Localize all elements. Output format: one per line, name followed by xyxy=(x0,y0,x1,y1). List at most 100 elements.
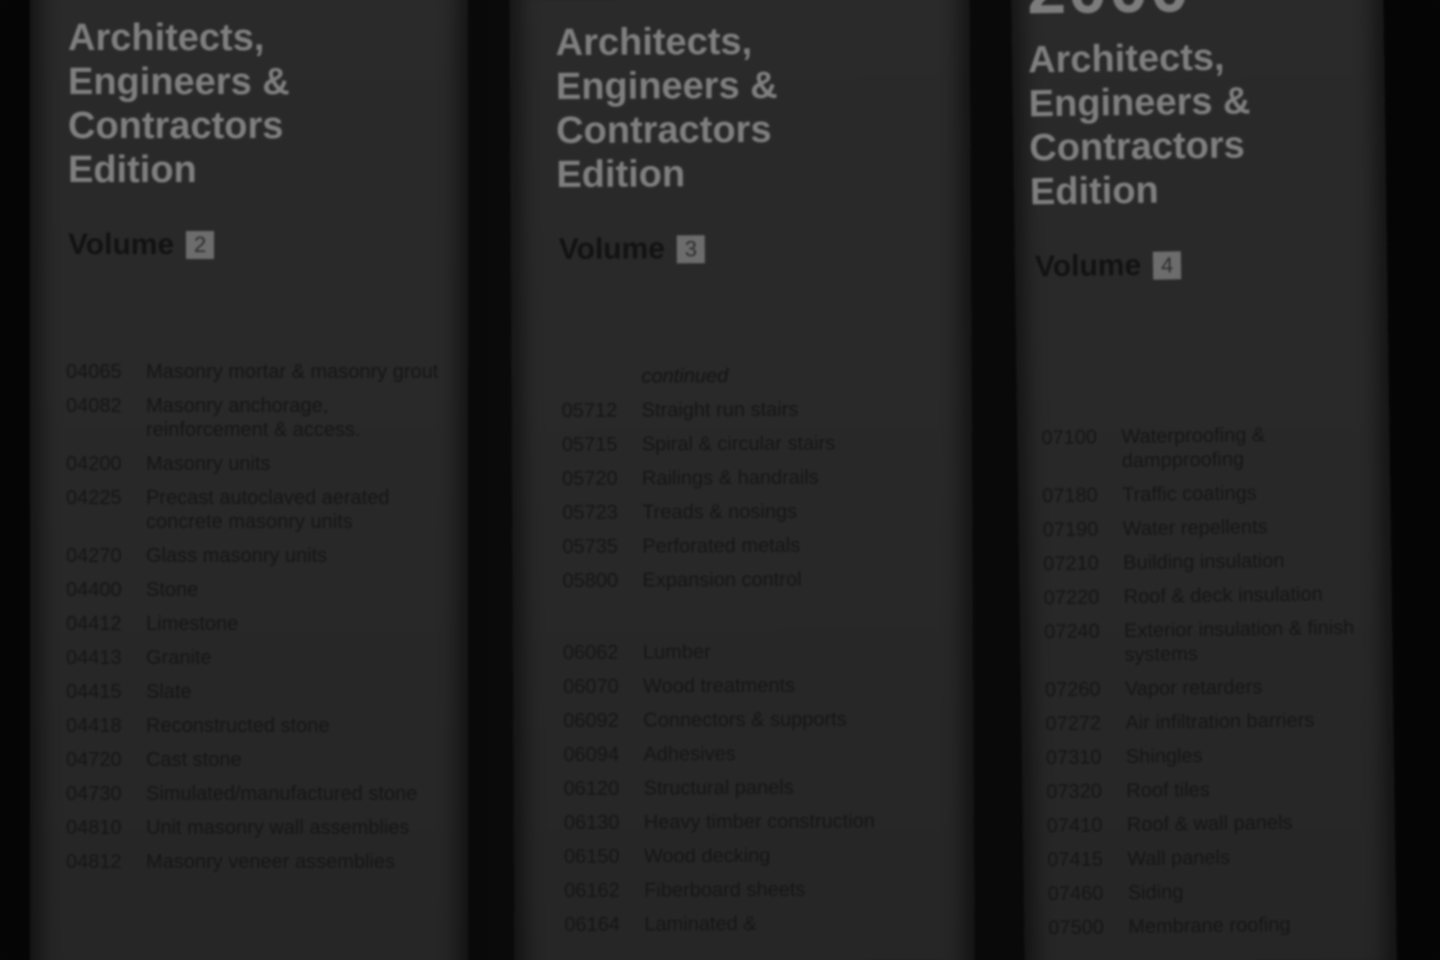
section-code: 06062 xyxy=(562,641,619,664)
list-item: 04065 Masonry mortar & masonry grout xyxy=(66,360,456,384)
section-title: Adhesives xyxy=(643,743,736,766)
section-title: Perforated metals xyxy=(642,534,801,558)
volume-number-badge: 3 xyxy=(676,235,706,264)
list-item: 04400 Stone xyxy=(66,578,456,602)
section-code: 07460 xyxy=(1047,882,1104,906)
section-code: 04200 xyxy=(66,453,122,475)
binder-volume-2: Architects, Engineers & Contractors Edit… xyxy=(30,0,468,960)
section-title: Slate xyxy=(146,681,192,703)
title-line: Engineers & xyxy=(68,61,290,103)
section-code: 04270 xyxy=(66,545,122,567)
list-item: 05735 Perforated metals xyxy=(562,533,972,559)
edition-title: Architects, Engineers & Contractors Edit… xyxy=(1028,35,1252,214)
section-code: 04065 xyxy=(66,361,122,383)
section-title: Precast autoclaved aerated concrete maso… xyxy=(146,487,390,533)
binder-volume-3: Architects, Engineers & Contractors Edit… xyxy=(509,0,975,960)
section-code: 04812 xyxy=(66,851,122,873)
section-title: Building insulation xyxy=(1122,549,1285,575)
section-title: Treads & nosings xyxy=(642,500,798,524)
volume-text: Volume xyxy=(1034,248,1142,284)
volume-label: Volume 4 xyxy=(1035,248,1182,284)
section-title: Wood treatments xyxy=(643,674,796,698)
title-line: Architects, xyxy=(1027,36,1225,82)
volume-text: Volume xyxy=(68,228,175,261)
list-item: 04418 Reconstructed stone xyxy=(66,714,456,738)
section-code: 07500 xyxy=(1048,916,1105,940)
section-code: 05715 xyxy=(561,433,618,456)
section-code: 07180 xyxy=(1042,484,1098,508)
edition-title: Architects, Engineers & Contractors Edit… xyxy=(68,16,290,192)
section-title: Air infiltration barriers xyxy=(1125,709,1315,735)
section-title: Waterproofing & dampproofing xyxy=(1121,424,1266,473)
title-line: Engineers & xyxy=(555,64,778,108)
section-title: Wood decking xyxy=(643,844,771,868)
list-item: 04082 Masonry anchorage, reinforcement & … xyxy=(66,394,456,442)
section-title: Spiral & circular stairs xyxy=(641,432,836,456)
list-item: 05720 Railings & handrails xyxy=(562,465,972,491)
section-code: 06130 xyxy=(563,811,620,834)
list-item: 07210 Building insulation xyxy=(1043,548,1383,577)
volume-number-badge: 2 xyxy=(186,231,215,259)
section-code: 06164 xyxy=(564,913,621,936)
list-item: 06162 Fiberboard sheets xyxy=(564,877,974,903)
section-code: 04412 xyxy=(66,613,122,635)
section-code: 05712 xyxy=(561,399,618,422)
list-item: 04413 Granite xyxy=(66,646,456,670)
list-item: 04412 Limestone xyxy=(66,612,456,636)
section-code: 07240 xyxy=(1043,620,1100,644)
section-code: 07415 xyxy=(1047,848,1104,872)
section-code: 07320 xyxy=(1046,780,1103,804)
list-item: 05712 Straight run stairs xyxy=(562,397,972,423)
section-code: 04415 xyxy=(66,681,122,703)
list-item: 07415 Wall panels xyxy=(1047,843,1387,872)
binder-volume-4: 2000 Architects, Engineers & Contractors… xyxy=(1011,0,1397,960)
list-item: 04810 Unit masonry wall assemblies xyxy=(66,816,456,840)
list-item: 07190 Water repellents xyxy=(1043,514,1383,543)
section-code: 07410 xyxy=(1046,814,1103,838)
section-title: Exterior insulation & finish systems xyxy=(1123,616,1355,667)
section-code: 05735 xyxy=(562,535,619,558)
section-code: 06150 xyxy=(563,845,620,868)
section-title: Laminated & xyxy=(644,912,757,936)
list-item: 07320 Roof tiles xyxy=(1046,775,1386,804)
list-item: 07460 Siding xyxy=(1048,877,1388,906)
section-code: 04720 xyxy=(66,749,122,771)
edition-title: Architects, Engineers & Contractors Edit… xyxy=(556,20,779,197)
section-code: 05723 xyxy=(562,501,618,524)
section-title: Roof & deck insulation xyxy=(1123,583,1323,609)
section-title: Membrane roofing xyxy=(1128,913,1291,939)
section-title: Masonry veneer assemblies xyxy=(146,851,395,873)
list-item: 05715 Spiral & circular stairs xyxy=(562,431,972,457)
list-item: 07410 Roof & wall panels xyxy=(1047,809,1387,838)
title-line: Edition xyxy=(1029,169,1160,214)
section-code: 06092 xyxy=(563,709,619,732)
section-title: Reconstructed stone xyxy=(146,715,330,737)
list-item: continued xyxy=(561,363,971,389)
list-item: 04415 Slate xyxy=(66,680,456,704)
section-code: 07190 xyxy=(1042,518,1099,542)
section-title: Glass masonry units xyxy=(146,545,328,567)
section-title: Granite xyxy=(146,647,212,669)
section-title: Siding xyxy=(1127,881,1184,905)
list-item: 06092 Connectors & supports xyxy=(563,707,973,733)
section-code: 07310 xyxy=(1045,746,1102,770)
section-code: 07100 xyxy=(1041,426,1098,450)
section-title: Unit masonry wall assemblies xyxy=(146,817,410,839)
section-title: Expansion control xyxy=(642,568,802,592)
list-item: 04225 Precast autoclaved aerated concrete… xyxy=(66,486,456,534)
volume-label: Volume 2 xyxy=(68,228,215,262)
section-title: Traffic coatings xyxy=(1122,482,1257,507)
section-title: Roof & wall panels xyxy=(1126,811,1293,837)
section-code: 06120 xyxy=(563,777,620,800)
section-title: Railings & handrails xyxy=(641,466,819,490)
list-item: 07180 Traffic coatings xyxy=(1042,480,1382,509)
section-code: 07210 xyxy=(1043,552,1099,576)
section-title: Stone xyxy=(146,579,199,601)
list-item: 04270 Glass masonry units xyxy=(66,544,456,568)
list-item: 05723 Treads & nosings xyxy=(562,499,972,525)
title-line: Contractors xyxy=(1029,124,1246,170)
section-code: 06162 xyxy=(564,879,620,902)
volume-number-badge: 4 xyxy=(1152,251,1182,280)
section-code: 04418 xyxy=(66,715,122,737)
section-code: 04082 xyxy=(66,395,122,417)
